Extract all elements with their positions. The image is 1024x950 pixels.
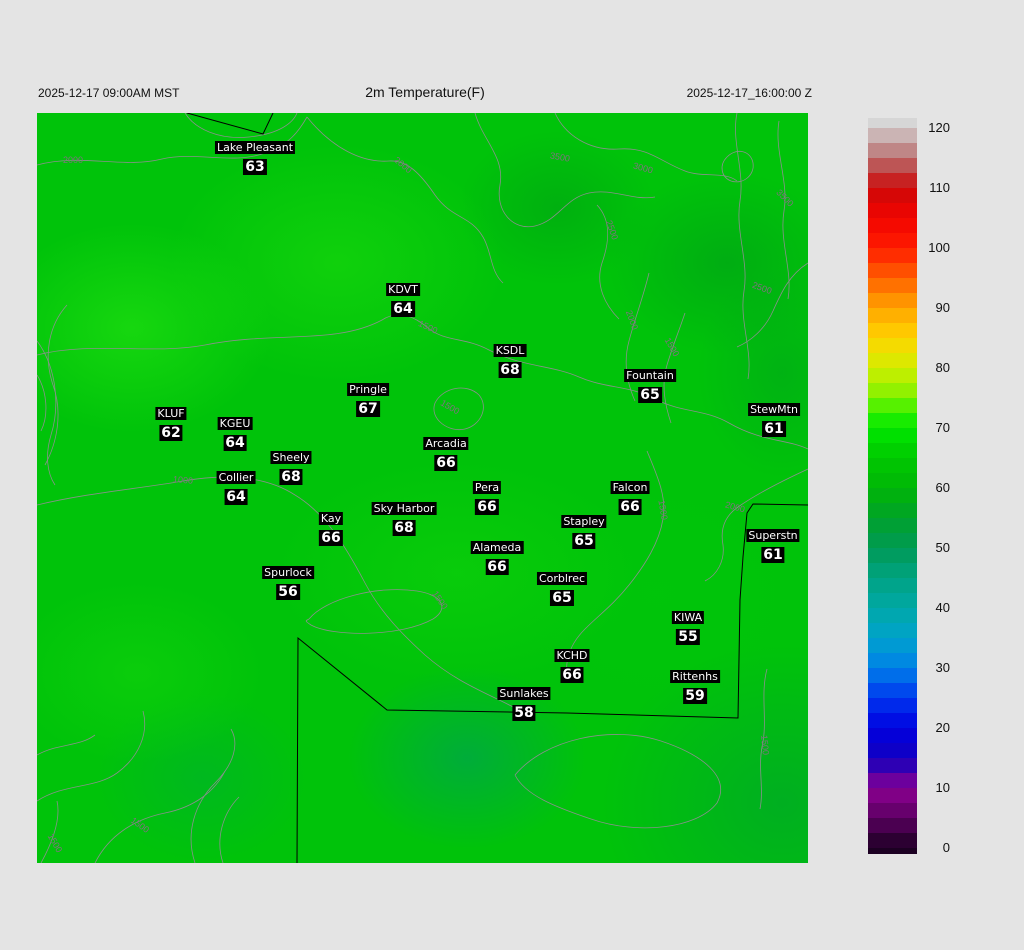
station-name: Sheely xyxy=(270,451,312,464)
colorbar-tick: 80 xyxy=(935,360,950,375)
station-name: KDVT xyxy=(386,283,420,296)
station-name: Alameda xyxy=(470,541,524,554)
station-name: Lake Pleasant xyxy=(214,141,296,154)
station-temperature-value: 56 xyxy=(276,584,300,600)
station-temperature-value: 67 xyxy=(356,401,380,417)
colorbar-tick: 0 xyxy=(942,840,950,855)
station-name: Corblrec xyxy=(536,572,588,585)
station-temperature-value: 55 xyxy=(676,629,700,645)
station-name: KSDL xyxy=(493,344,527,357)
station: Rittenhs 59 xyxy=(670,667,720,705)
station-name: KCHD xyxy=(554,649,590,662)
contour-elevation-label: 1500 xyxy=(759,734,771,756)
station: Kay 66 xyxy=(318,509,344,547)
station-temperature-value: 61 xyxy=(762,421,786,437)
station-name: KIWA xyxy=(671,611,705,624)
temperature-colorbar xyxy=(868,118,917,854)
contour-lines-svg xyxy=(37,113,808,863)
colorbar-tick: 30 xyxy=(935,660,950,675)
station: KSDL 68 xyxy=(493,341,527,379)
station-temperature-value: 63 xyxy=(243,159,267,175)
station-temperature-value: 64 xyxy=(223,435,247,451)
colorbar-tick: 60 xyxy=(935,480,950,495)
station: StewMtn 61 xyxy=(748,400,800,438)
station-name: Stapley xyxy=(561,515,607,528)
contour-elevation-label: 2000 xyxy=(63,155,84,165)
station: Arcadia 66 xyxy=(423,434,469,472)
colorbar-tick: 40 xyxy=(935,600,950,615)
colorbar-tick: 120 xyxy=(928,120,950,135)
station-temperature-value: 66 xyxy=(475,499,499,515)
station-temperature-value: 66 xyxy=(319,530,343,546)
temperature-map: 2000 2000 3500 3000 2500 3500 2500 2000 1500 1500… xyxy=(37,113,808,863)
station-name: Spurlock xyxy=(262,566,314,579)
station: Stapley 65 xyxy=(561,512,607,550)
station-name: Rittenhs xyxy=(670,670,720,683)
station-temperature-value: 68 xyxy=(392,520,416,536)
station-temperature-value: 68 xyxy=(279,469,303,485)
colorbar-tick: 90 xyxy=(935,300,950,315)
colorbar-tick: 100 xyxy=(928,240,950,255)
station: Sky Harbor 68 xyxy=(371,499,437,537)
station-temperature-value: 62 xyxy=(159,425,183,441)
station: KIWA 55 xyxy=(671,608,705,646)
station-temperature-value: 68 xyxy=(498,362,522,378)
colorbar-tick: 110 xyxy=(929,180,950,195)
station: KDVT 64 xyxy=(386,280,420,318)
weather-graphic: 2025-12-17 09:00AM MST 2m Temperature(F)… xyxy=(0,0,1024,950)
station: KLUF 62 xyxy=(155,404,187,442)
station: Pera 66 xyxy=(472,478,502,516)
station: Superstn 61 xyxy=(746,526,800,564)
station-name: Sunlakes xyxy=(497,687,551,700)
station: Pringle 67 xyxy=(347,380,389,418)
station: Sunlakes 58 xyxy=(497,684,551,722)
station-name: Collier xyxy=(216,471,256,484)
station: KCHD 66 xyxy=(554,646,590,684)
station-name: Superstn xyxy=(746,529,800,542)
station: Collier 64 xyxy=(216,468,256,506)
station-name: KLUF xyxy=(155,407,187,420)
station-name: Sky Harbor xyxy=(371,502,437,515)
station-name: KGEU xyxy=(217,417,253,430)
station-name: Fountain xyxy=(624,369,676,382)
station-temperature-value: 66 xyxy=(618,499,642,515)
station: Falcon 66 xyxy=(610,478,650,516)
station-name: Pringle xyxy=(347,383,389,396)
station: Corblrec 65 xyxy=(536,569,588,607)
contour-elevation-label: 1000 xyxy=(172,474,194,486)
utc-timestamp: 2025-12-17_16:00:00 Z xyxy=(686,86,812,100)
station: Spurlock 56 xyxy=(262,563,314,601)
station-temperature-value: 64 xyxy=(224,489,248,505)
station-temperature-value: 65 xyxy=(550,590,574,606)
station-temperature-value: 64 xyxy=(391,301,415,317)
station-temperature-value: 61 xyxy=(761,547,785,563)
station-temperature-value: 59 xyxy=(683,688,707,704)
station-name: StewMtn xyxy=(748,403,800,416)
station-temperature-value: 66 xyxy=(560,667,584,683)
station-name: Arcadia xyxy=(423,437,469,450)
station-name: Kay xyxy=(318,512,344,525)
station-name: Pera xyxy=(472,481,502,494)
station: KGEU 64 xyxy=(217,414,253,452)
station: Alameda 66 xyxy=(470,538,524,576)
station-temperature-value: 66 xyxy=(485,559,509,575)
station-temperature-value: 58 xyxy=(512,705,536,721)
station: Fountain 65 xyxy=(624,366,676,404)
colorbar-tick: 10 xyxy=(935,780,950,795)
station-name: Falcon xyxy=(610,481,650,494)
station: Lake Pleasant 63 xyxy=(214,138,296,176)
colorbar-tick: 50 xyxy=(935,540,950,555)
colorbar-tick: 70 xyxy=(935,420,950,435)
station-temperature-value: 65 xyxy=(638,387,662,403)
station-temperature-value: 66 xyxy=(434,455,458,471)
colorbar-tick-labels: 120 110 100 90 80 70 60 50 40 30 20 10 0 xyxy=(918,118,950,855)
station: Sheely 68 xyxy=(270,448,312,486)
elevation-contours xyxy=(37,113,808,863)
station-temperature-value: 65 xyxy=(572,533,596,549)
colorbar-tick: 20 xyxy=(935,720,950,735)
